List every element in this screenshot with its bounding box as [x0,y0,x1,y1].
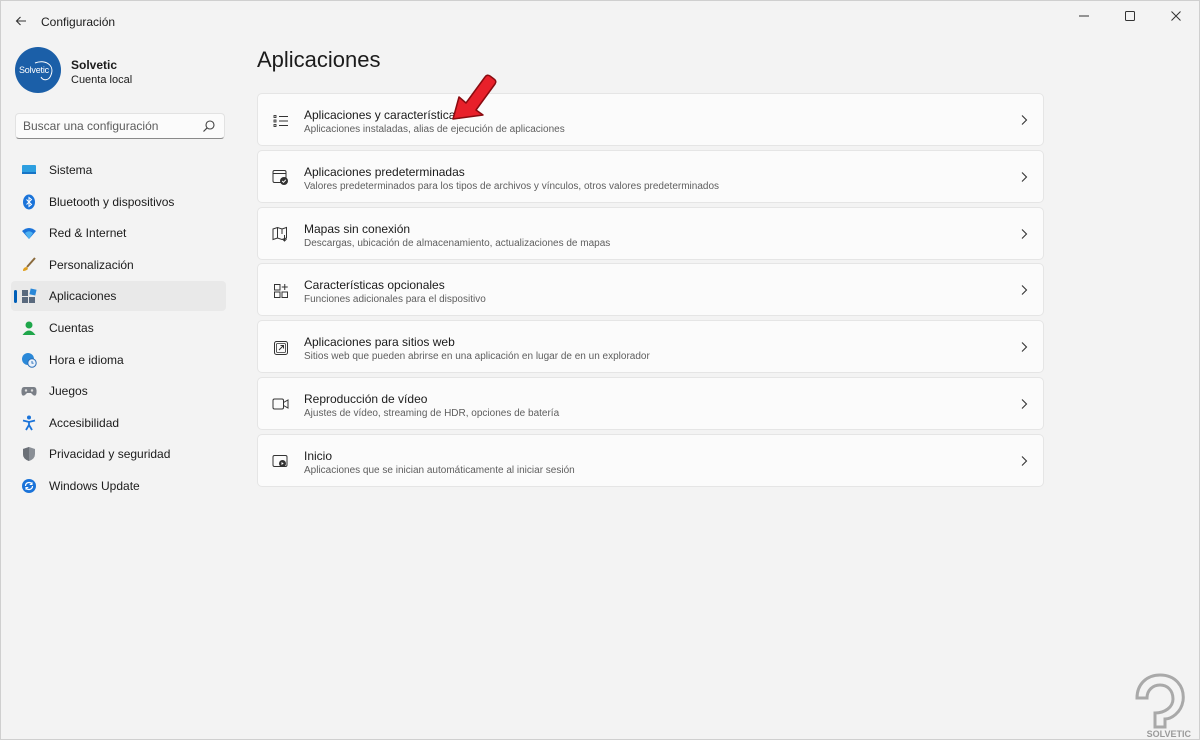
avatar-swoosh-icon [34,61,53,81]
card-caracteristicas-opcionales[interactable]: Características opcionales Funciones adi… [257,263,1044,317]
video-icon [272,396,289,413]
watermark-text: SOLVETIC [1146,729,1191,739]
user-profile[interactable]: Solvetic Solvetic Cuenta local [15,47,215,95]
settings-cards: Aplicaciones y características Aplicacio… [257,93,1044,491]
sidebar-item-hora-idioma[interactable]: Hora e idioma [11,345,226,375]
maximize-icon [1125,11,1135,21]
map-icon [272,226,289,243]
sidebar-item-windows-update[interactable]: Windows Update [11,471,226,501]
brush-icon [21,257,37,273]
sidebar-item-personalizacion[interactable]: Personalización [11,250,226,280]
shield-icon [21,446,37,462]
sidebar-item-label: Windows Update [49,478,140,493]
person-icon [21,320,37,336]
card-description: Sitios web que pueden abrirse en una apl… [304,351,650,363]
avatar: Solvetic [15,47,61,93]
card-description: Funciones adicionales para el dispositiv… [304,294,486,306]
sidebar-item-label: Juegos [49,384,88,399]
chevron-right-icon [1021,399,1028,409]
card-aplicaciones-sitios-web[interactable]: Aplicaciones para sitios web Sitios web … [257,320,1044,374]
sidebar-nav: Sistema Bluetooth y dispositivos Red & I… [11,155,226,503]
card-title: Características opcionales [304,278,445,293]
card-title: Aplicaciones y características [304,108,462,122]
search-icon[interactable] [202,119,216,133]
list-icon [272,112,289,129]
sidebar-item-label: Sistema [49,163,93,177]
sidebar-item-red-internet[interactable]: Red & Internet [11,218,226,248]
chevron-right-icon [1021,228,1028,239]
search-box [15,113,225,139]
back-button[interactable] [9,9,33,33]
startup-icon [272,453,289,470]
card-inicio[interactable]: Inicio Aplicaciones que se inician autom… [257,433,1044,487]
chevron-right-icon [1021,342,1028,353]
title-bar: Configuración [1,1,1199,41]
solvetic-watermark-icon [1135,673,1185,729]
sidebar-item-accesibilidad[interactable]: Accesibilidad [11,408,226,438]
apps-icon [21,288,37,304]
card-aplicaciones-predeterminadas[interactable]: Aplicaciones predeterminadas Valores pre… [257,149,1044,203]
sidebar-item-label: Personalización [49,257,134,272]
chevron-right-icon [1021,455,1028,466]
sidebar-item-label: Accesibilidad [49,415,120,430]
sidebar-item-label: Hora e idioma [49,352,124,367]
sidebar-item-label: Bluetooth y dispositivos [49,194,175,209]
sidebar-item-sistema[interactable]: Sistema [11,155,226,185]
minimize-icon [1079,15,1089,17]
card-aplicaciones-caracteristicas[interactable]: Aplicaciones y características Aplicacio… [257,93,1044,146]
maximize-button[interactable] [1107,1,1153,31]
sidebar-item-privacidad[interactable]: Privacidad y seguridad [11,439,226,469]
refresh-icon [21,478,37,494]
window-title: Configuración [41,15,116,29]
minimize-button[interactable] [1061,1,1107,31]
open-web-icon [272,339,289,356]
sidebar-item-cuentas[interactable]: Cuentas [11,313,226,343]
card-mapas-sin-conexion[interactable]: Mapas sin conexión Descargas, ubicación … [257,206,1044,260]
chevron-right-icon [1021,171,1028,182]
sidebar-item-label: Aplicaciones [49,289,117,304]
profile-name: Solvetic [71,58,118,72]
settings-window: Configuración Solvetic Solvetic Cuenta l… [0,0,1200,740]
monitor-icon [21,162,37,178]
sidebar-item-label: Red & Internet [49,226,127,241]
sidebar-item-bluetooth[interactable]: Bluetooth y dispositivos [11,187,226,217]
card-title: Aplicaciones para sitios web [304,335,455,350]
gamepad-icon [21,383,37,399]
sidebar-item-juegos[interactable]: Juegos [11,376,226,406]
accessibility-icon [21,415,37,431]
card-title: Reproducción de vídeo [304,391,428,406]
back-arrow-icon [15,16,26,26]
card-description: Ajustes de vídeo, streaming de HDR, opci… [304,407,560,419]
sidebar-item-aplicaciones[interactable]: Aplicaciones [11,281,226,312]
page-title: Aplicaciones [257,47,381,72]
card-reproduccion-video[interactable]: Reproducción de vídeo Ajustes de vídeo, … [257,376,1044,430]
default-app-icon [272,169,289,186]
chevron-right-icon [1021,115,1028,125]
annotation-arrow-icon [452,74,497,120]
card-description: Aplicaciones que se inician automáticame… [304,464,575,476]
sidebar-item-label: Cuentas [49,320,94,335]
close-button[interactable] [1153,1,1199,31]
wifi-icon [21,225,37,241]
bluetooth-icon [21,194,37,210]
add-grid-icon [272,282,289,299]
search-input[interactable] [16,114,203,138]
card-title: Aplicaciones predeterminadas [304,164,465,179]
profile-account-type: Cuenta local [71,74,133,86]
sidebar-item-label: Privacidad y seguridad [49,447,171,462]
card-description: Descargas, ubicación de almacenamiento, … [304,237,611,249]
card-title: Inicio [304,448,333,463]
globe-clock-icon [21,352,37,368]
card-description: Valores predeterminados para los tipos d… [304,180,720,192]
close-icon [1171,11,1181,21]
card-description: Aplicaciones instaladas, alias de ejecuc… [304,124,565,135]
card-title: Mapas sin conexión [304,221,411,236]
chevron-right-icon [1021,285,1028,296]
